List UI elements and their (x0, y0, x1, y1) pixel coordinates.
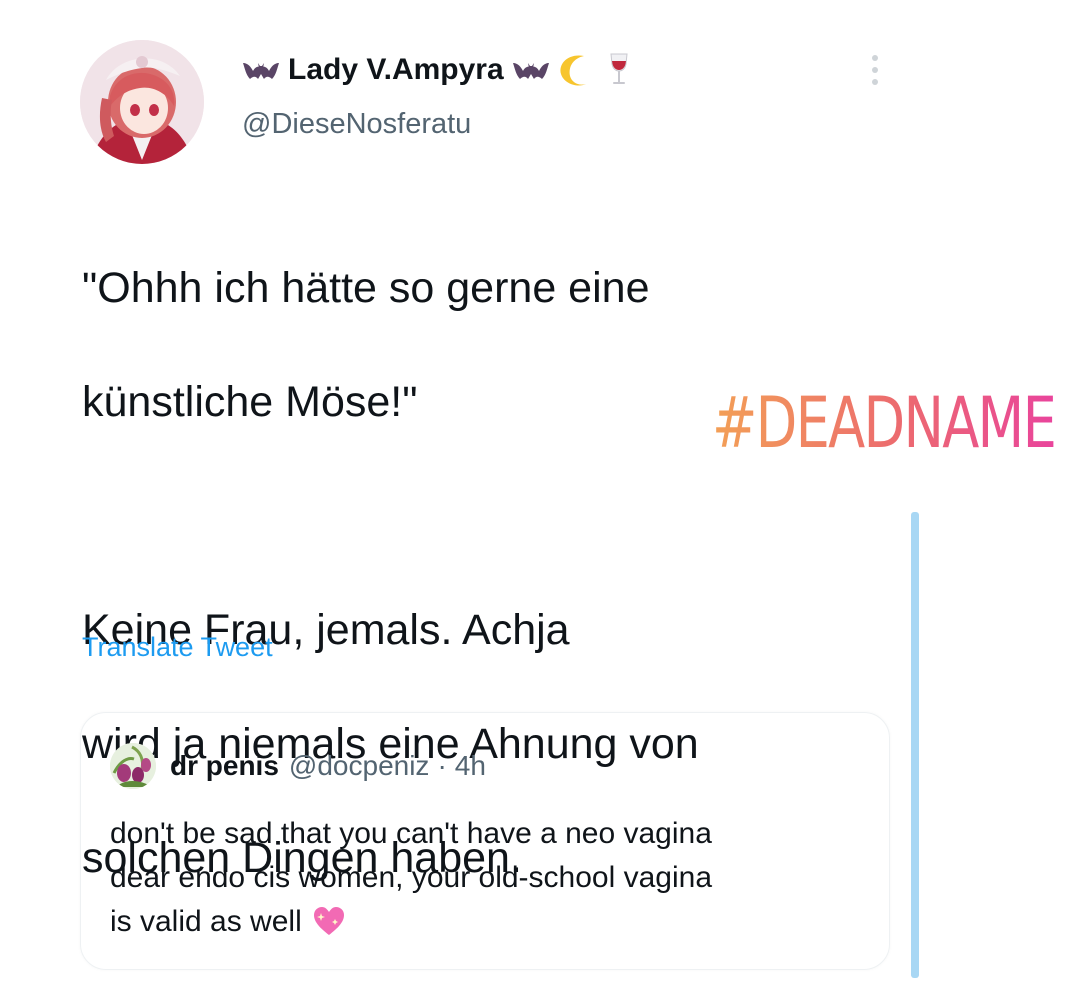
redaction-bar (911, 512, 919, 978)
quoted-timestamp[interactable]: 4h (455, 750, 486, 782)
more-options-button[interactable] (852, 50, 898, 90)
deadname-hashtag-overlay: #DEADNAME (712, 382, 1057, 464)
quoted-text-line-content: is valid as well (110, 905, 302, 938)
quoted-text-line: don't be sad that you can't have a neo v… (110, 817, 712, 850)
wine-glass-icon (608, 52, 630, 88)
bat-icon (242, 57, 280, 83)
sparkling-heart-icon (312, 905, 346, 937)
tweet-text-line (82, 488, 842, 545)
header-separator: · (437, 750, 447, 781)
crescent-moon-icon (558, 52, 592, 88)
quoted-handle[interactable]: @docpeniz (289, 750, 430, 782)
author-handle[interactable]: @DieseNosferatu (242, 108, 471, 141)
quoted-display-name[interactable]: dr penis (170, 750, 279, 782)
more-vertical-icon (872, 55, 878, 85)
quoted-author-avatar[interactable] (110, 743, 156, 789)
bat-icon (512, 57, 550, 83)
quoted-text-line: dear endo cis women, your old-school vag… (110, 861, 713, 894)
author-name-row[interactable]: Lady V.Ampyra (242, 48, 630, 92)
quoted-text-line: is valid as well (110, 900, 870, 944)
quoted-tweet-text: don't be sad that you can't have a neo v… (110, 812, 870, 944)
author-display-name: Lady V.Ampyra (288, 53, 504, 86)
translate-tweet-link[interactable]: Translate Tweet (82, 632, 273, 663)
tweet-text-line: "Ohhh ich hätte so gerne eine (82, 264, 650, 312)
quoted-tweet-header: dr penis @docpeniz · 4h (170, 746, 486, 786)
author-avatar[interactable] (80, 40, 204, 164)
